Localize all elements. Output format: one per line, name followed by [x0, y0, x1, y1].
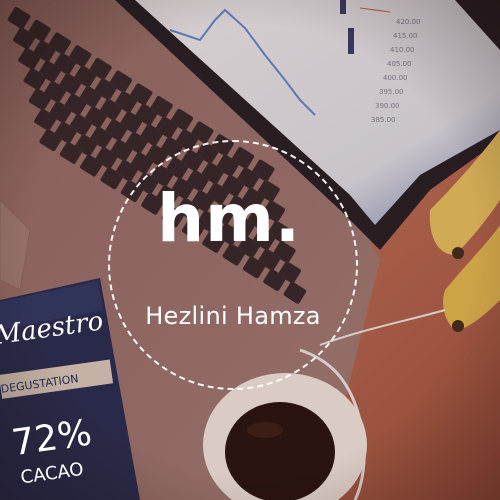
- logo-circle: [108, 140, 358, 390]
- photo-scene: 420.00 415.00 410.00 405.00 400.00 395.0…: [0, 0, 500, 500]
- logo-mark: hm.: [157, 180, 301, 257]
- logo-name: Hezlini Hamza: [145, 302, 321, 330]
